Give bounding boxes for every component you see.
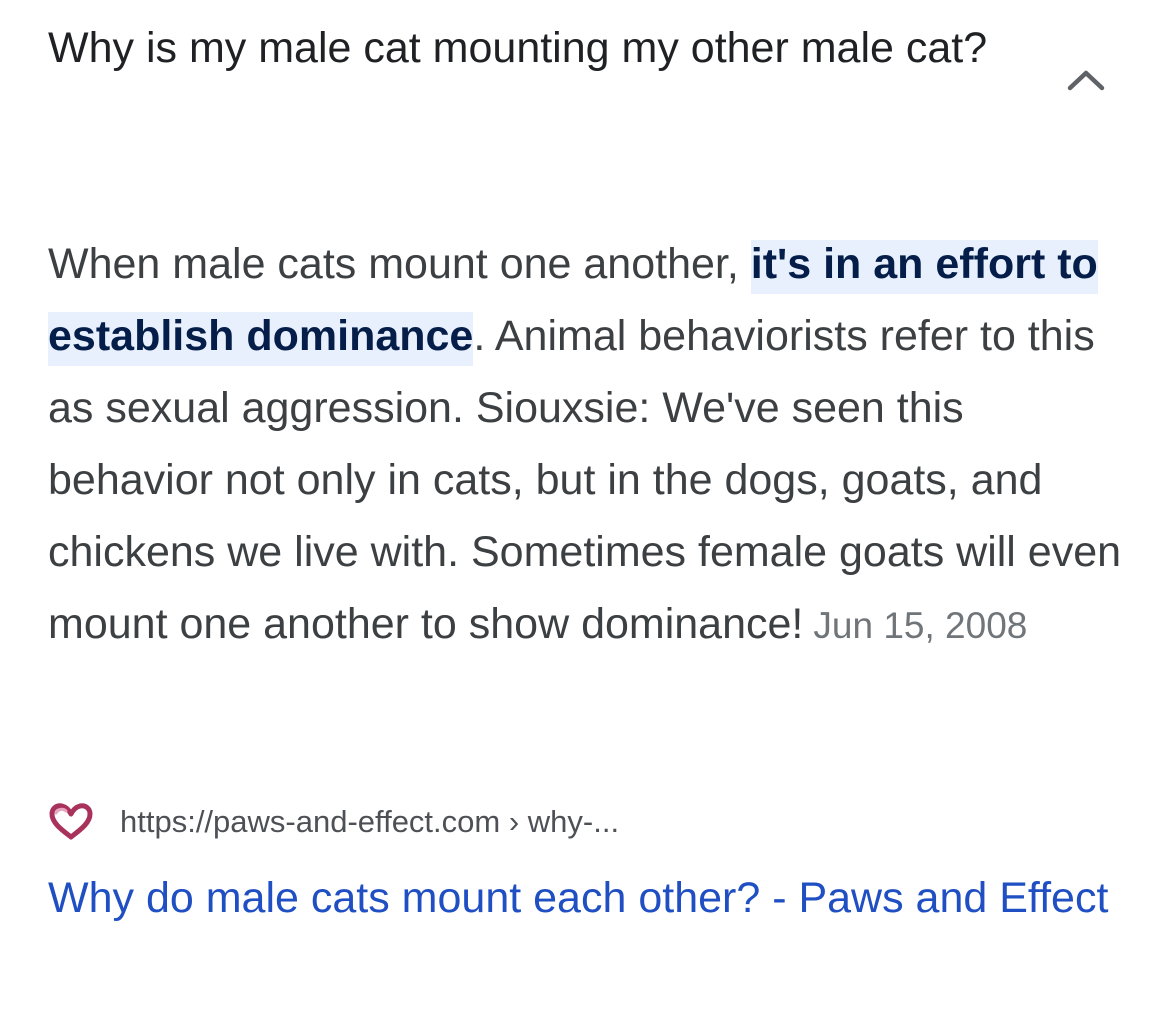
question-heading[interactable]: Why is my male cat mounting my other mal… <box>48 12 1038 84</box>
heart-icon <box>48 802 98 842</box>
answer-lead: When male cats mount one another, <box>48 240 751 288</box>
source-row[interactable]: https://paws-and-effect.com › why-... <box>48 796 619 848</box>
collapse-button[interactable] <box>1058 56 1114 104</box>
result-title-link[interactable]: Why do male cats mount each other? - Paw… <box>48 862 1138 934</box>
chevron-up-icon <box>1067 70 1105 91</box>
source-url[interactable]: https://paws-and-effect.com › why-... <box>120 804 619 840</box>
answer-snippet: When male cats mount one another, it's i… <box>48 228 1128 662</box>
answer-date: Jun 15, 2008 <box>813 605 1028 646</box>
